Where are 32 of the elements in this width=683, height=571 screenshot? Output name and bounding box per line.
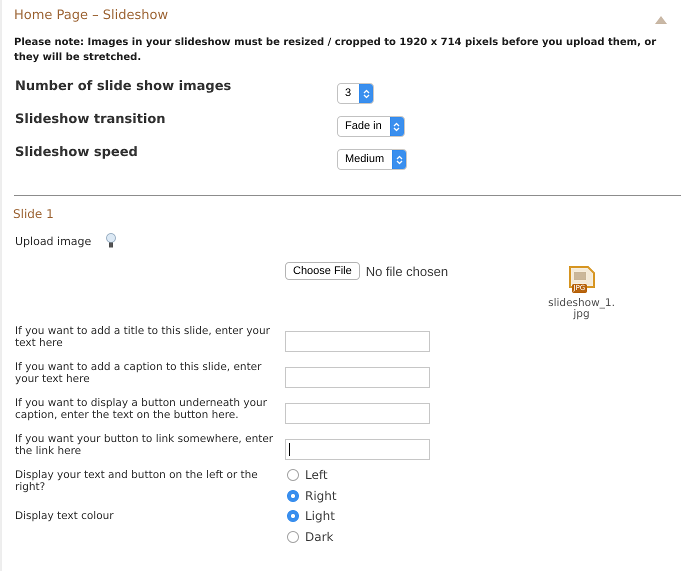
field-label: Display your text and button on the left or the right?	[15, 469, 259, 495]
collapse-icon[interactable]	[655, 16, 667, 24]
text-field[interactable]	[285, 331, 430, 352]
radio-option[interactable]: Light	[287, 508, 335, 524]
setting-label: Slideshow speed	[15, 144, 139, 162]
select-dropdown[interactable]: 3	[337, 83, 374, 104]
stepper-arrows-icon[interactable]	[362, 88, 370, 98]
panel-title: Home Page – Slideshow	[14, 8, 168, 22]
stepper-arrows-icon[interactable]	[396, 154, 403, 164]
radio-option[interactable]: Dark	[287, 529, 335, 545]
lightbulb-icon[interactable]	[106, 233, 116, 249]
text-field[interactable]	[285, 367, 430, 388]
upload-label: Upload image	[15, 235, 92, 248]
stepper-arrows-icon[interactable]	[393, 122, 400, 132]
field-label: If you want to display a button underneath your caption, enter the text on the button here.	[15, 397, 268, 423]
file-name: slideshow_1. jpg	[548, 298, 615, 320]
choose-file-button[interactable]: Choose File	[285, 262, 360, 280]
field-label: If you want to add a title to this slide, enter your text here	[15, 325, 271, 351]
setting-label: Number of slide show images	[15, 78, 232, 96]
select-dropdown[interactable]: Fade in	[337, 116, 405, 137]
radio-option[interactable]: Right	[287, 488, 337, 504]
field-label: If you want to add a caption to this slide, enter your text here	[15, 361, 262, 387]
field-label: If you want your button to link somewhere, enter the link here	[15, 433, 274, 459]
select-dropdown[interactable]: Medium	[337, 149, 408, 170]
text-field[interactable]	[285, 403, 430, 424]
file-status: No file chosen	[366, 264, 448, 278]
setting-label: Slideshow transition	[15, 111, 167, 129]
radio-option[interactable]: Left	[287, 467, 337, 483]
note-text: Please note: Images in your slideshow must be resized / cropped to 1920 x 714 pixels before you upload them, or they will be stretched.	[14, 36, 658, 65]
slide-title: Slide 1	[13, 207, 55, 221]
field-label: Display text colour	[15, 510, 115, 524]
text-field[interactable]	[285, 439, 430, 460]
